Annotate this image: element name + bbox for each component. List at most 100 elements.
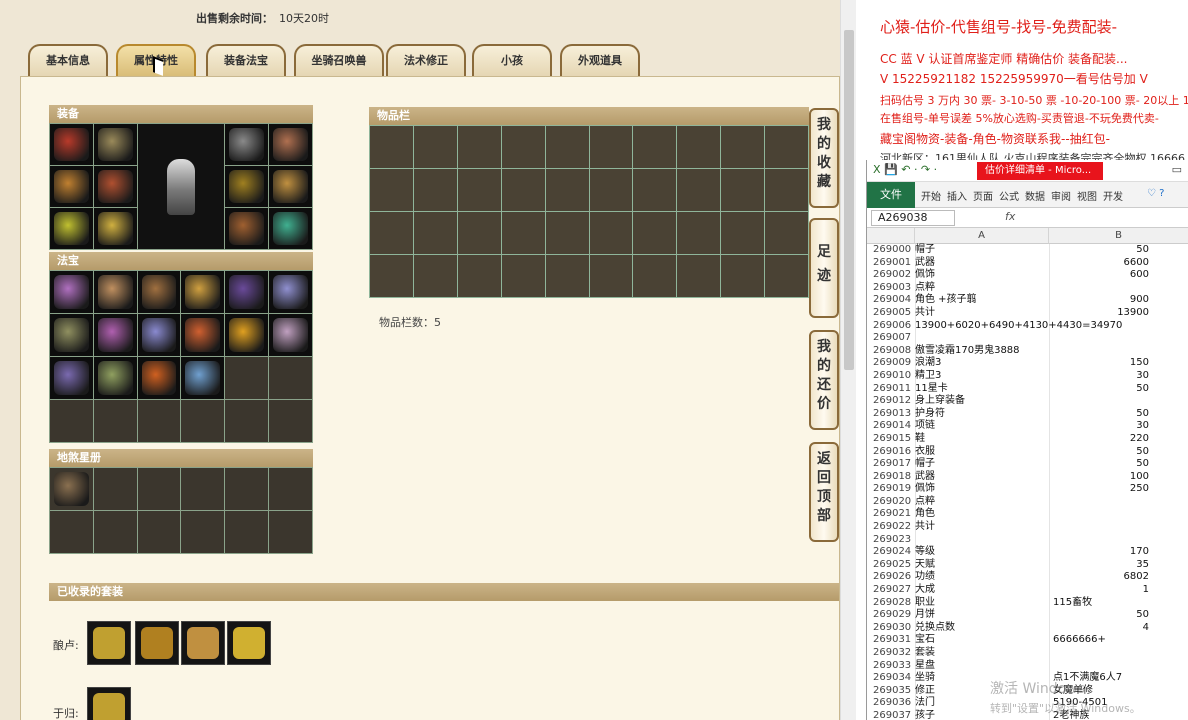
row-number[interactable]: 269006 (867, 320, 913, 333)
item-slot[interactable] (225, 314, 269, 356)
item-slot[interactable] (181, 357, 225, 399)
cell-a[interactable]: 职业 (915, 597, 1049, 610)
cell-b[interactable]: 1 (1049, 584, 1153, 597)
row-number[interactable]: 269004 (867, 294, 913, 307)
row-number[interactable]: 269008 (867, 345, 913, 358)
row-number[interactable]: 269018 (867, 471, 913, 484)
item-slot[interactable] (93, 271, 137, 313)
cell-b[interactable]: 115畜牧 (1049, 597, 1153, 610)
ribbon-tab[interactable]: 审阅 (1051, 188, 1071, 203)
suit-item[interactable] (227, 621, 271, 665)
item-slot[interactable] (93, 166, 137, 207)
page-scrollbar[interactable] (840, 0, 856, 720)
cell-a[interactable]: 等级 (915, 546, 1049, 559)
item-slot[interactable] (50, 468, 93, 510)
cell-b[interactable]: 600 (1049, 269, 1153, 282)
row-number[interactable]: 269003 (867, 282, 913, 295)
ribbon-tab[interactable]: 插入 (947, 188, 967, 203)
item-slot[interactable] (269, 314, 312, 356)
my-counteroffer-button[interactable]: 我的还价 (809, 330, 839, 430)
row-number[interactable]: 269007 (867, 332, 913, 345)
name-box[interactable]: A269038 (871, 210, 955, 226)
cell-a[interactable]: 月饼 (915, 609, 1049, 622)
tab-mount-summon[interactable]: 坐骑召唤兽 (294, 44, 384, 76)
row-number[interactable]: 269028 (867, 597, 913, 610)
cell-b[interactable]: 900 (1049, 294, 1153, 307)
row-number[interactable]: 269013 (867, 408, 913, 421)
item-slot[interactable] (225, 166, 269, 207)
row-number[interactable]: 269037 (867, 710, 913, 720)
item-slot[interactable] (181, 271, 225, 313)
cell-b[interactable]: 50 (1049, 609, 1153, 622)
cell-a[interactable]: 鞋 (915, 433, 1049, 446)
item-slot[interactable] (225, 124, 269, 165)
item-slot[interactable] (225, 271, 269, 313)
cell-b[interactable]: 100 (1049, 471, 1153, 484)
column-header-b[interactable]: B (1049, 228, 1188, 244)
item-slot[interactable] (50, 124, 93, 165)
row-number[interactable]: 269015 (867, 433, 913, 446)
suit-item[interactable] (135, 621, 179, 665)
cell-a[interactable]: 共计 (915, 521, 1049, 534)
tab-appearance[interactable]: 外观道具 (560, 44, 640, 76)
ribbon-tab[interactable]: 开始 (921, 188, 941, 203)
cell-a[interactable]: 佩饰 (915, 269, 1049, 282)
cell-a[interactable]: 星盘 (915, 660, 1049, 673)
cell-a[interactable]: 13900+6020+6490+4130+4430=34970 (915, 320, 1122, 333)
row-number[interactable]: 269021 (867, 508, 913, 521)
row-number[interactable]: 269016 (867, 446, 913, 459)
scrollbar-thumb[interactable] (844, 30, 854, 370)
item-slot[interactable] (50, 357, 93, 399)
quick-access-toolbar[interactable]: X 💾 ↶ · ↷ · (873, 163, 937, 176)
window-restore-icon[interactable]: ▭ (1172, 163, 1182, 176)
item-slot[interactable] (181, 314, 225, 356)
suit-item[interactable] (87, 687, 131, 720)
row-number[interactable]: 269022 (867, 521, 913, 534)
cell-a[interactable]: 兑换点数 (915, 622, 1049, 635)
back-to-top-button[interactable]: 返回顶部 (809, 442, 839, 542)
item-slot[interactable] (93, 314, 137, 356)
ribbon-tab[interactable]: 公式 (999, 188, 1019, 203)
fx-icon[interactable]: fx (1005, 210, 1015, 223)
cell-a[interactable]: 衣服 (915, 446, 1049, 459)
cell-a[interactable]: 套装 (915, 647, 1049, 660)
cell-a[interactable]: 精卫3 (915, 370, 1049, 383)
cell-a[interactable]: 角色 (915, 508, 1049, 521)
row-number[interactable]: 269026 (867, 571, 913, 584)
item-slot[interactable] (93, 124, 137, 165)
row-number[interactable]: 269025 (867, 559, 913, 572)
ribbon-tab[interactable]: 视图 (1077, 188, 1097, 203)
cell-b[interactable]: 6600 (1049, 257, 1153, 270)
cell-b[interactable]: 50 (1049, 408, 1153, 421)
tab-child[interactable]: 小孩 (472, 44, 552, 76)
row-number[interactable]: 269031 (867, 634, 913, 647)
tab-spell-correction[interactable]: 法术修正 (386, 44, 466, 76)
cell-b[interactable]: 170 (1049, 546, 1153, 559)
row-number[interactable]: 269009 (867, 357, 913, 370)
cell-a[interactable]: 项链 (915, 420, 1049, 433)
cell-a[interactable]: 武器 (915, 257, 1049, 270)
row-number[interactable]: 269001 (867, 257, 913, 270)
cell-a[interactable]: 角色 +孩子翦 (915, 294, 1049, 307)
cell-b[interactable]: 50 (1049, 446, 1153, 459)
row-number[interactable]: 269023 (867, 534, 913, 547)
row-number[interactable]: 269010 (867, 370, 913, 383)
item-slot[interactable] (93, 208, 137, 249)
cell-a[interactable]: 宝石 (915, 634, 1049, 647)
cell-b[interactable]: 35 (1049, 559, 1153, 572)
select-all-corner[interactable] (867, 228, 915, 244)
row-number[interactable]: 269014 (867, 420, 913, 433)
item-slot[interactable] (137, 271, 181, 313)
ribbon-tab[interactable]: 开发 (1103, 188, 1123, 203)
cell-b[interactable]: 30 (1049, 370, 1153, 383)
cell-b[interactable]: 150 (1049, 357, 1153, 370)
item-slot[interactable] (137, 314, 181, 356)
cell-a[interactable]: 天赋 (915, 559, 1049, 572)
row-number[interactable]: 269036 (867, 697, 913, 710)
item-slot[interactable] (225, 208, 269, 249)
cell-a[interactable]: 浪潮3 (915, 357, 1049, 370)
item-slot[interactable] (269, 166, 312, 207)
item-slot[interactable] (50, 166, 93, 207)
tab-equipment-treasure[interactable]: 装备法宝 (206, 44, 286, 76)
suit-item[interactable] (87, 621, 131, 665)
